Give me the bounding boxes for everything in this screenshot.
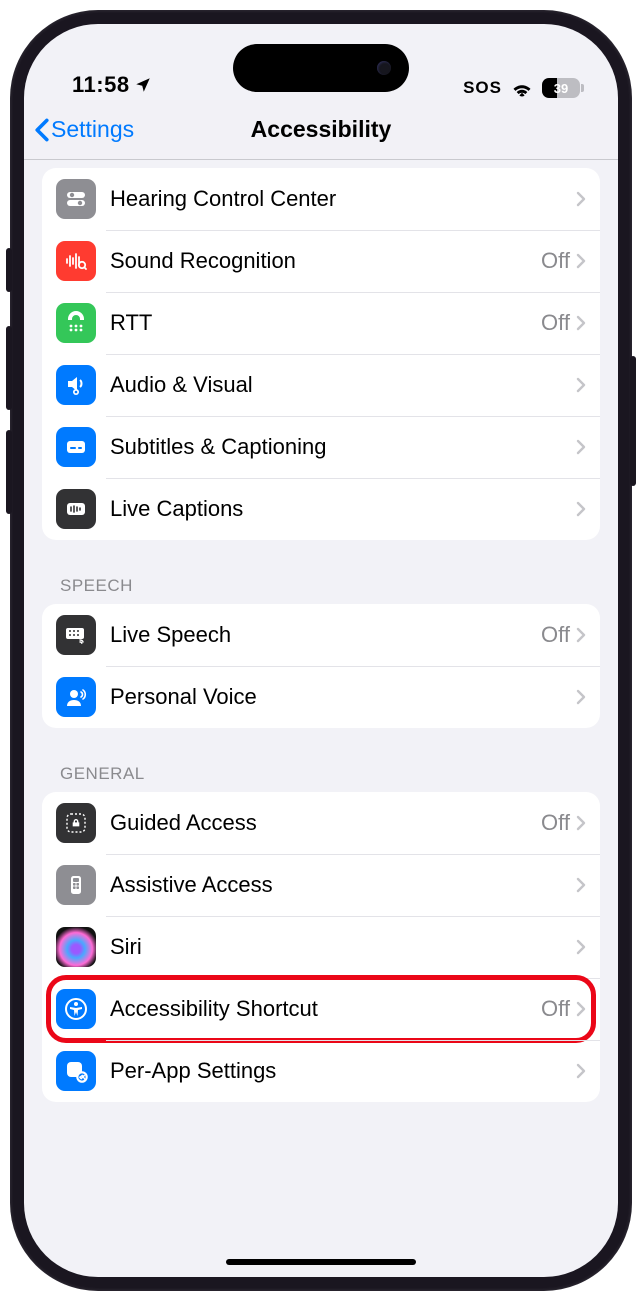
row-label: Per-App Settings [110, 1058, 576, 1084]
speaker-eye-icon [56, 365, 96, 405]
back-button[interactable]: Settings [34, 116, 134, 143]
row-detail: Off [541, 810, 570, 836]
chevron-right-icon [576, 1063, 586, 1079]
battery-icon: 39 [542, 78, 580, 98]
live-captions-icon [56, 489, 96, 529]
chevron-right-icon [576, 627, 586, 643]
chevron-right-icon [576, 1001, 586, 1017]
battery-level: 39 [554, 81, 568, 96]
settings-group-hearing: Hearing Control Center Sound Recognition… [42, 168, 600, 540]
row-detail: Off [541, 622, 570, 648]
row-subtitles[interactable]: Subtitles & Captioning [42, 416, 600, 478]
phone-frame: 11:58 SOS 39 Settings Accessibility [10, 10, 632, 1291]
row-label: Live Speech [110, 622, 541, 648]
chevron-right-icon [576, 439, 586, 455]
row-label: Siri [110, 934, 576, 960]
row-accessibility-shortcut[interactable]: Accessibility Shortcut Off [42, 978, 600, 1040]
person-voice-icon [56, 677, 96, 717]
chevron-right-icon [576, 377, 586, 393]
volume-down-button [6, 430, 12, 514]
chevron-right-icon [576, 689, 586, 705]
chevron-right-icon [576, 815, 586, 831]
guided-access-icon [56, 803, 96, 843]
chevron-left-icon [34, 118, 50, 142]
nav-bar: Settings Accessibility [24, 100, 618, 160]
row-label: RTT [110, 310, 541, 336]
row-detail: Off [541, 310, 570, 336]
accessibility-icon [56, 989, 96, 1029]
row-label: Subtitles & Captioning [110, 434, 576, 460]
sound-wave-icon [56, 241, 96, 281]
location-icon [134, 76, 152, 94]
keyboard-speech-icon [56, 615, 96, 655]
sos-label: SOS [463, 78, 502, 98]
settings-group-speech: Live Speech Off Personal Voice [42, 604, 600, 728]
row-siri[interactable]: Siri [42, 916, 600, 978]
siri-icon [56, 927, 96, 967]
row-rtt[interactable]: RTT Off [42, 292, 600, 354]
home-indicator[interactable] [226, 1259, 416, 1265]
row-assistive-access[interactable]: Assistive Access [42, 854, 600, 916]
assistive-access-icon [56, 865, 96, 905]
per-app-icon [56, 1051, 96, 1091]
row-label: Sound Recognition [110, 248, 541, 274]
row-label: Accessibility Shortcut [110, 996, 541, 1022]
rtt-phone-icon [56, 303, 96, 343]
row-audio-visual[interactable]: Audio & Visual [42, 354, 600, 416]
chevron-right-icon [576, 315, 586, 331]
settings-group-general: Guided Access Off Assistive Access Siri [42, 792, 600, 1102]
status-time: 11:58 [72, 72, 130, 98]
row-sound-recognition[interactable]: Sound Recognition Off [42, 230, 600, 292]
row-hearing-control-center[interactable]: Hearing Control Center [42, 168, 600, 230]
row-label: Audio & Visual [110, 372, 576, 398]
row-label: Assistive Access [110, 872, 576, 898]
row-per-app-settings[interactable]: Per-App Settings [42, 1040, 600, 1102]
row-detail: Off [541, 996, 570, 1022]
captions-icon [56, 427, 96, 467]
chevron-right-icon [576, 191, 586, 207]
row-live-speech[interactable]: Live Speech Off [42, 604, 600, 666]
content[interactable]: Hearing Control Center Sound Recognition… [24, 160, 618, 1277]
mute-switch [6, 248, 12, 292]
chevron-right-icon [576, 939, 586, 955]
section-header-general: General [42, 764, 600, 792]
chevron-right-icon [576, 253, 586, 269]
dynamic-island [233, 44, 409, 92]
power-button [630, 356, 636, 486]
back-label: Settings [51, 116, 134, 143]
row-label: Personal Voice [110, 684, 576, 710]
chevron-right-icon [576, 877, 586, 893]
screen: 11:58 SOS 39 Settings Accessibility [24, 24, 618, 1277]
row-label: Guided Access [110, 810, 541, 836]
chevron-right-icon [576, 501, 586, 517]
row-live-captions[interactable]: Live Captions [42, 478, 600, 540]
row-guided-access[interactable]: Guided Access Off [42, 792, 600, 854]
row-label: Live Captions [110, 496, 576, 522]
wifi-icon [510, 79, 534, 97]
status-right: SOS 39 [463, 78, 580, 98]
toggles-icon [56, 179, 96, 219]
status-left: 11:58 [72, 72, 152, 98]
row-personal-voice[interactable]: Personal Voice [42, 666, 600, 728]
row-detail: Off [541, 248, 570, 274]
section-header-speech: Speech [42, 576, 600, 604]
row-label: Hearing Control Center [110, 186, 576, 212]
volume-up-button [6, 326, 12, 410]
